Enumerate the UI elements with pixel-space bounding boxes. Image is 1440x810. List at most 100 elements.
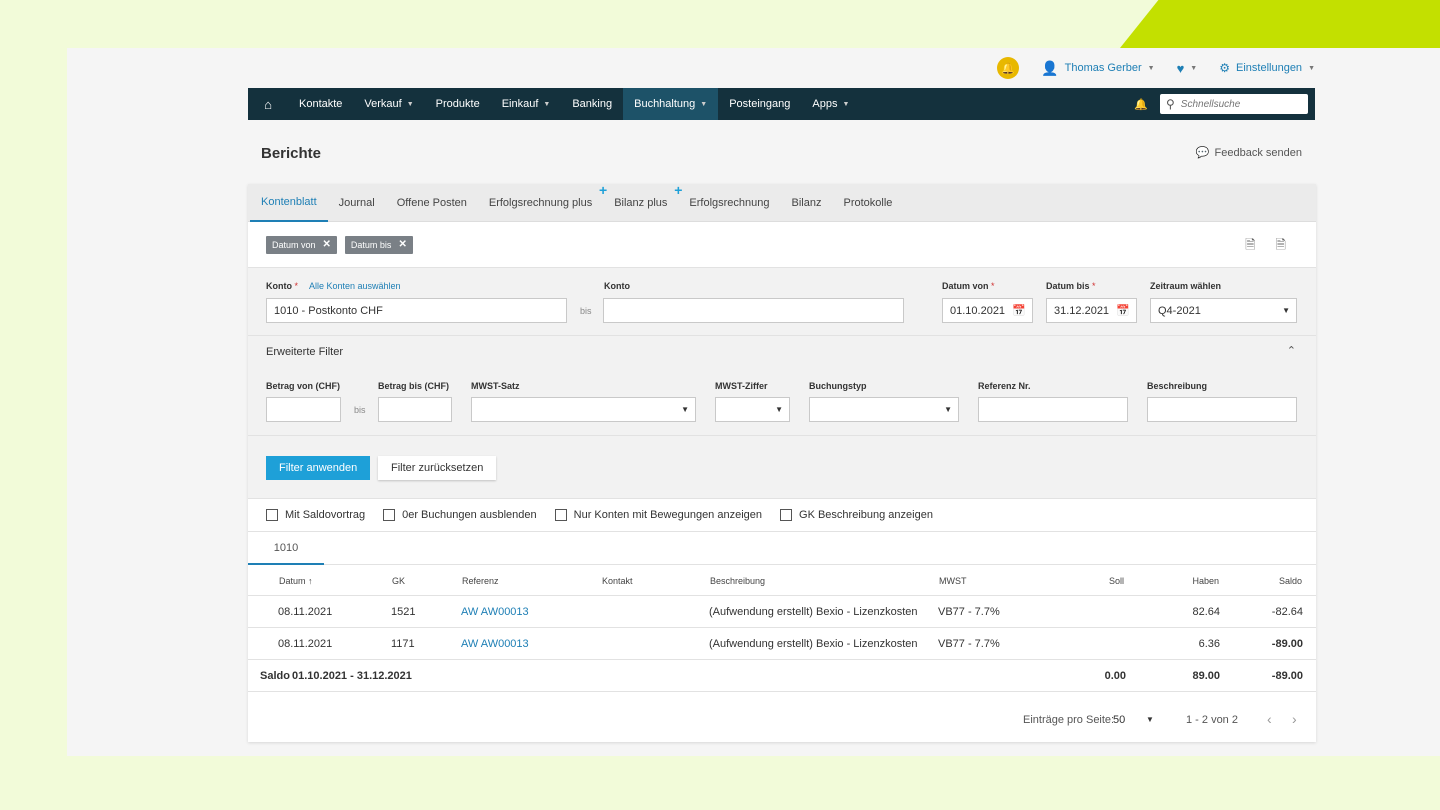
per-page-label: Einträge pro Seite: (1023, 714, 1115, 726)
checkbox-box[interactable] (554, 509, 567, 521)
select-all-accounts-link[interactable]: Alle Konten auswählen (309, 281, 401, 291)
calendar-icon[interactable]: 📅 (1116, 304, 1130, 317)
feedback-link[interactable]: 💬 Feedback senden (1195, 146, 1302, 160)
mwst-satz-select[interactable]: ▼ (471, 397, 696, 422)
betrag-von-input[interactable] (266, 397, 341, 422)
konto-from-input[interactable]: 1010 - Postkonto CHF (266, 298, 567, 323)
header-datum[interactable]: Datum ↑ (279, 576, 313, 586)
pdf-export-icon[interactable]: 🗎 (1245, 236, 1255, 258)
header-mwst[interactable]: MWST (939, 576, 967, 586)
datum-von-label: Datum von * (942, 281, 995, 291)
tab-kontenblatt[interactable]: Kontenblatt (250, 184, 328, 222)
chevron-up-icon[interactable]: ⌃ (1287, 344, 1296, 357)
chevron-down-icon: ▼ (406, 100, 414, 108)
apply-filter-button[interactable]: Filter anwenden (266, 456, 371, 480)
mwst-ziffer-select[interactable]: ▼ (715, 397, 790, 422)
betrag-bis-input[interactable] (378, 397, 452, 422)
favorites-menu[interactable]: ♥ ▼ (1177, 61, 1198, 76)
cell-referenz-link[interactable]: AW AW00013 (461, 638, 529, 650)
checkbox-0er-buchungen[interactable]: 0er Buchungen ausblenden (383, 509, 537, 521)
header-saldo[interactable]: Saldo (1279, 576, 1302, 586)
checkbox-box[interactable] (780, 509, 793, 521)
tab-erfolgsrechnung[interactable]: Erfolgsrechnung (678, 184, 780, 222)
datum-von-value: 01.10.2021 (950, 304, 1006, 317)
header-beschreibung[interactable]: Beschreibung (710, 576, 765, 586)
tab-bilanz[interactable]: Bilanz (781, 184, 833, 222)
checkbox-label: GK Beschreibung anzeigen (799, 509, 933, 521)
beschreibung-input[interactable] (1147, 397, 1297, 422)
chevron-left-icon[interactable]: ‹ (1267, 711, 1272, 727)
checkbox-label: 0er Buchungen ausblenden (402, 509, 537, 521)
chevron-down-icon: ▼ (1147, 64, 1155, 72)
checkbox-saldovortrag[interactable]: Mit Saldovortrag (266, 509, 365, 521)
tab-erfolgsrechnung-plus[interactable]: Erfolgsrechnung plus + (478, 182, 607, 222)
tab-journal[interactable]: Journal (328, 184, 386, 222)
excel-export-icon[interactable]: 🗎 (1276, 236, 1286, 258)
nav-verkauf[interactable]: Verkauf ▼ (353, 88, 424, 120)
konto-to-input[interactable] (603, 298, 904, 323)
calendar-icon[interactable]: 📅 (1012, 304, 1026, 317)
account-tab-1010[interactable]: 1010 (248, 532, 324, 565)
nav-apps[interactable]: Apps ▼ (801, 88, 860, 120)
settings-menu[interactable]: ⚙ Einstellungen ▼ (1219, 61, 1315, 75)
summary-row: Saldo 01.10.2021 - 31.12.2021 0.00 89.00… (248, 660, 1316, 692)
header-haben[interactable]: Haben (1192, 576, 1219, 586)
chevron-right-icon[interactable]: › (1292, 711, 1297, 727)
close-icon[interactable]: ✕ (398, 239, 406, 250)
nav-banking[interactable]: Banking (561, 88, 623, 120)
zeitraum-select[interactable]: Q4-2021 ▼ (1150, 298, 1297, 323)
cell-referenz-link[interactable]: AW AW00013 (461, 606, 529, 618)
chevron-down-icon: ▼ (700, 100, 708, 108)
quick-search: ⚲ (1160, 94, 1308, 114)
checkbox-box[interactable] (383, 509, 396, 521)
advanced-filters: Erweiterte Filter ⌃ Betrag von (CHF) bis… (248, 336, 1316, 436)
close-icon[interactable]: ✕ (323, 239, 331, 250)
notification-bell-icon[interactable]: 🔔 (997, 57, 1020, 79)
cell-datum: 08.11.2021 (278, 638, 333, 650)
datum-von-input[interactable]: 01.10.2021 📅 (942, 298, 1033, 323)
gear-icon: ⚙ (1219, 61, 1230, 75)
dropdown-arrow-icon[interactable]: ▼ (1146, 715, 1154, 724)
chip-datum-bis[interactable]: Datum bis ✕ (344, 235, 413, 254)
home-icon[interactable]: ⌂ (248, 97, 288, 112)
header-gk[interactable]: GK (392, 576, 405, 586)
speech-bubble-icon: 💬 (1195, 147, 1210, 159)
header-referenz[interactable]: Referenz (462, 576, 499, 586)
chip-datum-von[interactable]: Datum von ✕ (266, 235, 337, 254)
bell-icon[interactable]: 🔔 (1134, 98, 1148, 111)
nav-produkte[interactable]: Produkte (425, 88, 491, 120)
reset-filter-button[interactable]: Filter zurücksetzen (378, 456, 497, 480)
search-input[interactable] (1180, 98, 1291, 110)
referenz-input[interactable] (978, 397, 1128, 422)
datum-bis-input[interactable]: 31.12.2021 📅 (1046, 298, 1137, 323)
dropdown-arrow-icon: ▼ (681, 405, 689, 414)
per-page-select[interactable]: 50 (1113, 714, 1125, 726)
advanced-filters-title[interactable]: Erweiterte Filter (266, 346, 343, 358)
nav-buchhaltung[interactable]: Buchhaltung ▼ (623, 88, 719, 120)
nav-label: Apps (812, 98, 838, 110)
tab-bilanz-plus[interactable]: Bilanz plus + (603, 182, 682, 222)
header-soll[interactable]: Soll (1109, 576, 1124, 586)
user-icon: 👤 (1041, 59, 1059, 76)
nav-label: Posteingang (729, 98, 791, 110)
header-kontakt[interactable]: Kontakt (602, 576, 633, 586)
cell-saldo: -82.64 (1271, 606, 1303, 618)
user-name: Thomas Gerber (1064, 62, 1142, 74)
checkbox-gk-beschreibung[interactable]: GK Beschreibung anzeigen (780, 509, 933, 521)
nav-label: Verkauf (364, 98, 402, 110)
nav-einkauf[interactable]: Einkauf ▼ (491, 88, 562, 120)
checkbox-box[interactable] (266, 509, 278, 521)
checkbox-nur-konten-bewegungen[interactable]: Nur Konten mit Bewegungen anzeigen (554, 509, 762, 521)
buchungstyp-select[interactable]: ▼ (809, 397, 959, 422)
user-menu[interactable]: 👤 Thomas Gerber ▼ (1041, 60, 1154, 77)
cell-gk: 1521 (391, 606, 416, 618)
nav-posteingang[interactable]: Posteingang (718, 88, 801, 120)
summary-haben: 89.00 (1192, 670, 1220, 682)
tab-offene-posten[interactable]: Offene Posten (386, 184, 478, 222)
tab-label: Kontenblatt (261, 195, 317, 208)
bis-label: bis (354, 405, 366, 415)
cell-gk: 1171 (391, 638, 415, 650)
nav-kontakte[interactable]: Kontakte (288, 88, 353, 120)
tab-protokolle[interactable]: Protokolle (832, 184, 903, 222)
konto-label: Konto * (266, 281, 299, 291)
